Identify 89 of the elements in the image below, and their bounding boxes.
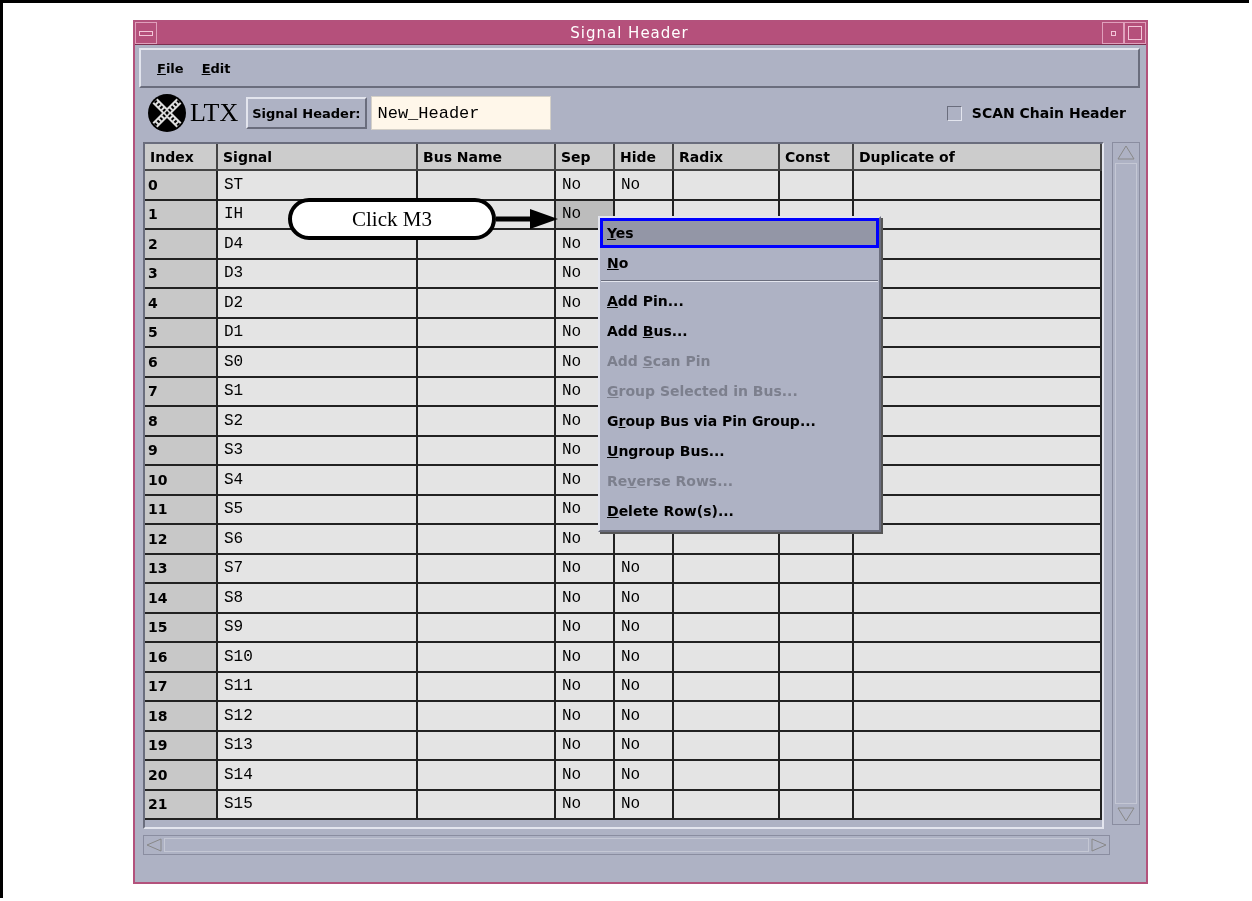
table-cell: 15 <box>145 613 218 643</box>
maximize-button[interactable] <box>1124 22 1146 44</box>
table-cell: No <box>615 171 674 201</box>
window-menu-button[interactable] <box>135 22 157 44</box>
callout-label: Click M3 <box>288 198 496 240</box>
column-header[interactable]: Bus Name <box>418 144 556 171</box>
table-cell: S7 <box>218 554 418 584</box>
menu-item[interactable]: File <box>149 58 192 78</box>
table-cell: S11 <box>218 672 418 702</box>
table-cell: 5 <box>145 318 218 348</box>
header-name-field[interactable]: New_Header <box>370 96 551 130</box>
table-cell: 12 <box>145 525 218 555</box>
checkbox[interactable] <box>946 105 962 121</box>
horizontal-scrollbar[interactable] <box>143 835 1110 855</box>
column-header[interactable]: Sep <box>556 144 615 171</box>
table-cell: 16 <box>145 643 218 673</box>
table-cell: 17 <box>145 672 218 702</box>
table-cell: D2 <box>218 289 418 319</box>
column-header[interactable]: Hide <box>615 144 674 171</box>
table-cell: S1 <box>218 377 418 407</box>
table-cell: 8 <box>145 407 218 437</box>
table-cell: S6 <box>218 525 418 555</box>
table-cell: 4 <box>145 289 218 319</box>
logo-icon <box>147 93 187 133</box>
scroll-right-icon[interactable] <box>1089 837 1109 853</box>
signal-header-button[interactable]: Signal Header: <box>246 97 367 129</box>
table-cell[interactable]: No <box>556 672 615 702</box>
table-cell: No <box>615 702 674 732</box>
table-cell: 9 <box>145 436 218 466</box>
table-cell: 0 <box>145 171 218 201</box>
column-header[interactable]: Signal <box>218 144 418 171</box>
table-cell: S8 <box>218 584 418 614</box>
table-cell: No <box>615 790 674 820</box>
table-cell: S9 <box>218 613 418 643</box>
logo-text: LTX <box>190 98 239 128</box>
menu-item[interactable]: Edit <box>193 58 239 78</box>
column-header[interactable]: Index <box>145 144 218 171</box>
table-cell: 3 <box>145 259 218 289</box>
table-cell: S15 <box>218 790 418 820</box>
table-cell[interactable]: No <box>556 584 615 614</box>
table-cell: 7 <box>145 377 218 407</box>
table-cell: 6 <box>145 348 218 378</box>
table-cell[interactable]: No <box>556 731 615 761</box>
table-cell: S0 <box>218 348 418 378</box>
table-cell: 19 <box>145 731 218 761</box>
column-header[interactable]: Duplicate of <box>854 144 1102 171</box>
table-cell: 2 <box>145 230 218 260</box>
table-cell: 14 <box>145 584 218 614</box>
table-cell: 10 <box>145 466 218 496</box>
table-cell: 18 <box>145 702 218 732</box>
vertical-scrollbar[interactable] <box>1112 142 1140 825</box>
menu-item[interactable]: Yes <box>600 218 879 248</box>
table-cell: No <box>615 672 674 702</box>
table-cell[interactable]: No <box>556 761 615 791</box>
table-cell: S13 <box>218 731 418 761</box>
table-cell: 11 <box>145 495 218 525</box>
table-cell: 13 <box>145 554 218 584</box>
table-cell: No <box>615 613 674 643</box>
table-cell: S2 <box>218 407 418 437</box>
table-cell: No <box>615 643 674 673</box>
scroll-down-icon[interactable] <box>1114 806 1138 824</box>
table-cell[interactable]: No <box>556 554 615 584</box>
table-cell: 21 <box>145 790 218 820</box>
table-cell[interactable]: No <box>556 613 615 643</box>
window-title: Signal Header <box>569 24 690 42</box>
table-cell: S4 <box>218 466 418 496</box>
table-cell: No <box>615 761 674 791</box>
table-cell: S12 <box>218 702 418 732</box>
table-cell: No <box>615 554 674 584</box>
table-cell: S14 <box>218 761 418 791</box>
table-cell: S3 <box>218 436 418 466</box>
table-cell[interactable]: No <box>556 643 615 673</box>
arrow <box>496 208 558 230</box>
table-cell[interactable]: No <box>556 702 615 732</box>
checkbox-label: SCAN Chain Header <box>971 105 1126 121</box>
scroll-up-icon[interactable] <box>1114 143 1138 161</box>
table-cell: D3 <box>218 259 418 289</box>
table-cell: S5 <box>218 495 418 525</box>
table-cell: No <box>615 584 674 614</box>
minimize-button[interactable] <box>1102 22 1124 44</box>
column-header[interactable]: Const <box>780 144 854 171</box>
table-cell[interactable]: No <box>556 790 615 820</box>
column-header[interactable]: Radix <box>674 144 780 171</box>
table-cell: 20 <box>145 761 218 791</box>
table-cell: 1 <box>145 200 218 230</box>
table-cell: D1 <box>218 318 418 348</box>
table-cell: No <box>615 731 674 761</box>
scroll-left-icon[interactable] <box>144 837 164 853</box>
table-cell: S10 <box>218 643 418 673</box>
